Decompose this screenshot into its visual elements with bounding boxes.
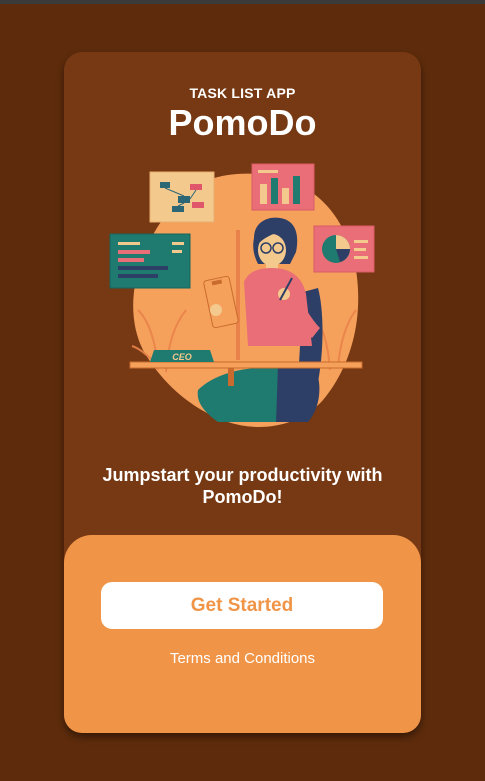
- window-top-bar: [0, 0, 485, 4]
- get-started-button[interactable]: Get Started: [101, 582, 383, 629]
- ceo-desk-sign: CEO: [150, 350, 214, 362]
- list-chart-card: [109, 233, 191, 289]
- desk: [129, 361, 363, 369]
- flowchart-card: [149, 171, 215, 223]
- welcome-card: TASK LIST APP PomoDo CEO Jumpstart your …: [64, 52, 421, 733]
- app-title: PomoDo: [168, 102, 317, 143]
- app-subtitle: TASK LIST APP: [189, 85, 296, 101]
- action-panel: Get Started Terms and Conditions: [64, 535, 421, 733]
- pie-chart-card: [313, 225, 375, 273]
- hand-left: [210, 304, 222, 316]
- bar-chart-card: [251, 163, 315, 211]
- terms-link[interactable]: Terms and Conditions: [64, 650, 421, 667]
- hero-illustration: CEO: [109, 163, 375, 427]
- tagline: Jumpstart your productivity with PomoDo!: [102, 465, 383, 507]
- ceo-sign-label: CEO: [172, 352, 192, 362]
